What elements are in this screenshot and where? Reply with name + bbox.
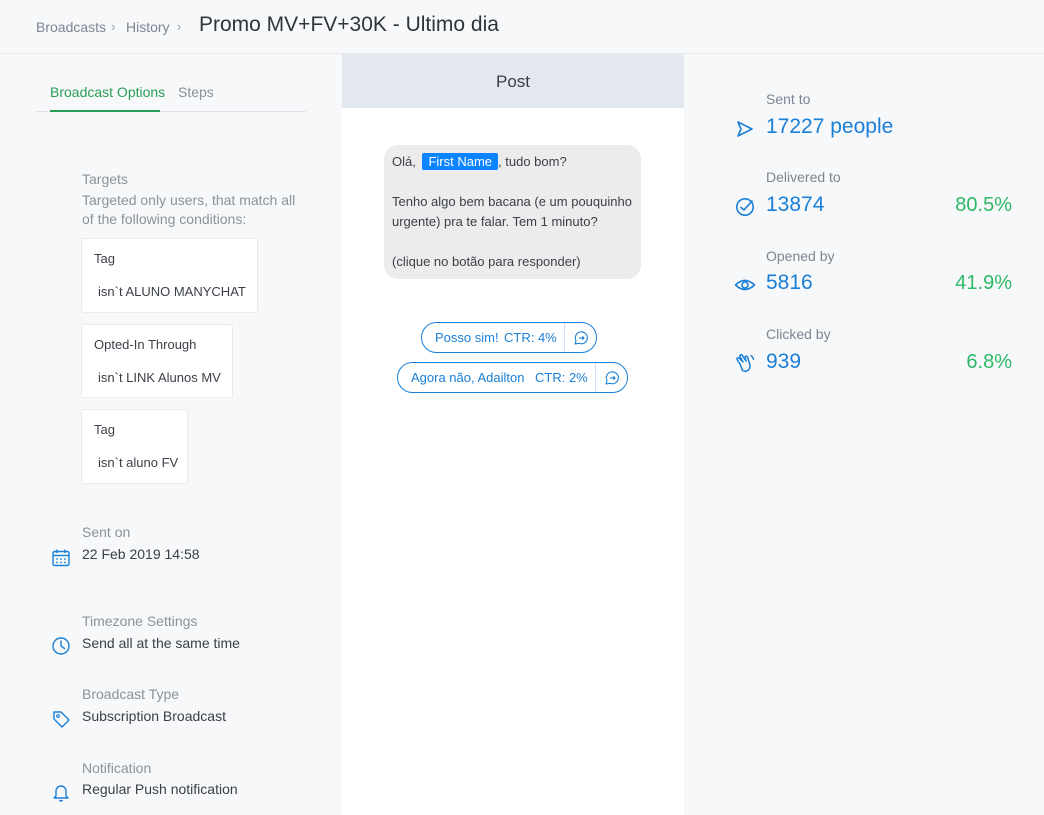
tab-bar: Broadcast Options Steps (36, 82, 306, 112)
sent-on-value: 22 Feb 2019 14:58 (82, 546, 200, 562)
quick-reply-button[interactable]: Posso sim! CTR: 4% (421, 322, 597, 353)
quick-reply-label: Agora não, Adailton (411, 370, 525, 385)
delivered-label: Delivered to (766, 169, 841, 185)
delivered-percent: 80.5% (955, 194, 1012, 216)
chevron-right-icon: › (177, 19, 182, 34)
condition-value: isn`t ALUNO MANYCHAT (98, 284, 246, 299)
post-header: Post (342, 54, 684, 108)
message-line-4: (clique no botão para responder) (392, 254, 581, 269)
quick-reply-ctr: CTR: 4% (504, 330, 557, 345)
notification-value: Regular Push notification (82, 781, 238, 797)
post-header-label: Post (495, 72, 531, 91)
breadcrumb-broadcasts[interactable]: Broadcasts (36, 19, 106, 35)
quick-reply-button[interactable]: Agora não, Adailton CTR: 2% (397, 362, 628, 393)
quick-reply-ctr: CTR: 2% (535, 370, 588, 385)
clicked-label: Clicked by (766, 326, 831, 342)
page-title: Promo MV+FV+30K - Ultimo dia (199, 13, 499, 36)
condition-card[interactable]: Opted-In Through isn`t LINK Alunos MV (81, 324, 233, 398)
broadcast-type-label: Broadcast Type (82, 686, 180, 702)
condition-title: Opted-In Through (94, 337, 197, 352)
header: Broadcasts › History › Promo MV+FV+30K -… (0, 0, 1044, 54)
calendar-icon (52, 549, 70, 567)
tab-broadcast-options[interactable]: Broadcast Options (50, 84, 165, 100)
message-line-2: Tenho algo bem bacana (e um pouquinho (392, 194, 632, 209)
message-line-1: Olá, First Name, tudo bom? (392, 153, 567, 170)
message-line-3: urgente) pra te falar. Tem 1 minuto? (392, 214, 598, 229)
tab-steps[interactable]: Steps (178, 84, 214, 100)
greeting-prefix: Olá, (392, 154, 416, 169)
clicked-percent: 6.8% (966, 351, 1012, 373)
sent-to-value: 17227 people (766, 115, 894, 138)
first-name-chip: First Name (422, 153, 499, 170)
timezone-value: Send all at the same time (82, 635, 240, 651)
quick-reply-divider (595, 363, 596, 392)
targets-description-line2: of the following conditions: (82, 211, 247, 227)
broadcast-options-panel: Broadcast Options Steps Targets Targeted… (0, 54, 342, 815)
stats-panel: Sent to 17227 people Delivered to 13874 … (684, 54, 1044, 815)
greeting-suffix: , tudo bom? (498, 154, 567, 169)
clock-icon (52, 637, 70, 655)
clicked-value: 939 (766, 350, 802, 373)
check-circle-icon (736, 198, 754, 216)
condition-value: isn`t aluno FV (98, 455, 179, 470)
reply-bubble-icon (574, 331, 588, 345)
condition-title: Tag (94, 422, 115, 437)
condition-title: Tag (94, 251, 115, 266)
sent-on-label: Sent on (82, 524, 131, 540)
reply-bubble-icon (605, 371, 619, 385)
notification-label: Notification (82, 760, 152, 776)
condition-card[interactable]: Tag isn`t aluno FV (81, 409, 188, 484)
tag-icon (53, 711, 70, 728)
post-preview-panel: Post Olá, First Name, tudo bom? Tenho al… (342, 54, 684, 815)
opened-label: Opened by (766, 248, 835, 264)
opened-percent: 41.9% (955, 272, 1012, 294)
eye-icon (734, 279, 756, 291)
targets-label: Targets (82, 171, 128, 187)
pointer-hand-icon (736, 353, 755, 373)
condition-value: isn`t LINK Alunos MV (98, 370, 221, 385)
breadcrumb-history[interactable]: History (126, 19, 170, 35)
broadcast-type-value: Subscription Broadcast (82, 708, 226, 724)
active-tab-indicator (50, 110, 160, 112)
message-bubble: Olá, First Name, tudo bom? Tenho algo be… (384, 145, 641, 279)
quick-reply-label: Posso sim! (435, 330, 499, 345)
chevron-right-icon: › (111, 19, 116, 34)
send-icon (737, 121, 753, 137)
targets-description-line1: Targeted only users, that match all (82, 192, 296, 208)
sent-to-label: Sent to (766, 91, 811, 107)
condition-card[interactable]: Tag isn`t ALUNO MANYCHAT (81, 238, 258, 313)
delivered-value: 13874 (766, 193, 825, 216)
quick-reply-divider (564, 323, 565, 352)
opened-value: 5816 (766, 271, 813, 294)
timezone-label: Timezone Settings (82, 613, 198, 629)
bell-icon (53, 785, 69, 802)
